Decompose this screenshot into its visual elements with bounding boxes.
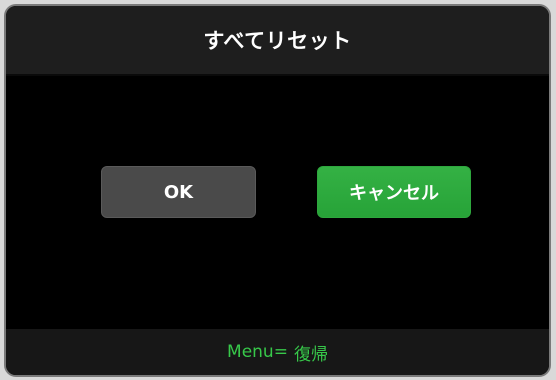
footer-hint-key: Menu= bbox=[227, 342, 288, 362]
screen-frame: すべてリセット OK キャンセル Menu= 復帰 bbox=[0, 0, 556, 380]
footer-hint-action: 復帰 bbox=[293, 344, 328, 365]
dialog-footer: Menu= 復帰 bbox=[6, 329, 549, 375]
ok-button-label: OK bbox=[163, 181, 194, 203]
dialog-titlebar: すべてリセット bbox=[6, 6, 549, 76]
cancel-button[interactable]: キャンセル bbox=[317, 166, 471, 218]
dialog-title: すべてリセット bbox=[203, 29, 352, 53]
cancel-button-label: キャンセル bbox=[349, 183, 439, 204]
reset-dialog: すべてリセット OK キャンセル Menu= 復帰 bbox=[4, 4, 551, 377]
ok-button[interactable]: OK bbox=[101, 166, 256, 218]
